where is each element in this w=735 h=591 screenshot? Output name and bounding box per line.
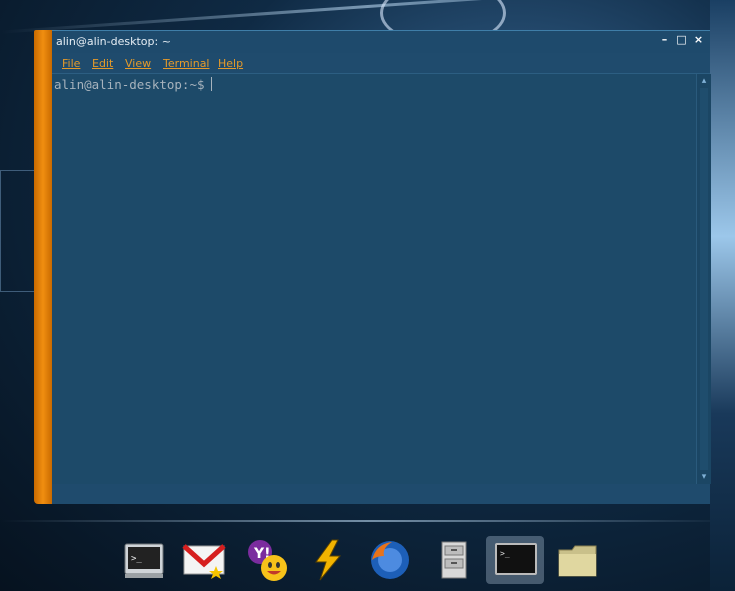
scroll-down-arrow-icon[interactable]: ▾ [697,471,711,483]
wallpaper-glow [710,0,735,591]
firefox-icon[interactable] [368,538,412,582]
file-cabinet-icon[interactable] [432,538,476,582]
window-title: alin@alin-desktop: ~ [56,35,171,48]
minimize-button[interactable]: – [659,34,670,46]
wallpaper-grid [0,170,36,292]
winamp-icon[interactable] [306,538,350,582]
text-cursor [210,77,212,91]
menu-terminal[interactable]: Terminal [163,57,210,70]
terminal-prompt: alin@alin-desktop:~$ [54,77,212,92]
terminal-window[interactable]: alin@alin-desktop: ~ – □ × File Edit Vie… [34,30,711,504]
vertical-scrollbar[interactable]: ▴ ▾ [696,74,711,484]
menu-file[interactable]: File [62,57,80,70]
menu-edit[interactable]: Edit [92,57,113,70]
prompt-text: alin@alin-desktop:~$ [54,77,205,92]
window-controls: – □ × [659,34,704,46]
window-side-accent [34,30,52,504]
yahoo-messenger-icon[interactable]: Y! [244,538,288,582]
menu-bar: File Edit View Terminal Help [52,53,710,74]
maximize-button[interactable]: □ [676,34,687,46]
window-titlebar[interactable]: alin@alin-desktop: ~ – □ × [52,30,710,53]
dock: >_ Y! >_ [110,530,610,591]
folder-icon[interactable] [556,538,600,582]
close-button[interactable]: × [693,34,704,46]
terminal-icon[interactable]: >_ [122,538,166,582]
svg-text:>_: >_ [500,549,510,558]
scrollbar-thumb[interactable] [700,88,708,470]
svg-text:>_: >_ [131,554,142,564]
window-bottom-border [52,484,710,504]
menu-view[interactable]: View [125,57,151,70]
terminal-content[interactable]: alin@alin-desktop:~$ [52,74,696,484]
gmail-icon[interactable] [182,538,226,582]
terminal-active-icon[interactable]: >_ [494,538,538,582]
scroll-up-arrow-icon[interactable]: ▴ [697,75,711,87]
wallpaper-streak [0,0,735,34]
menu-help[interactable]: Help [218,57,243,70]
wallpaper-streak [0,520,735,522]
